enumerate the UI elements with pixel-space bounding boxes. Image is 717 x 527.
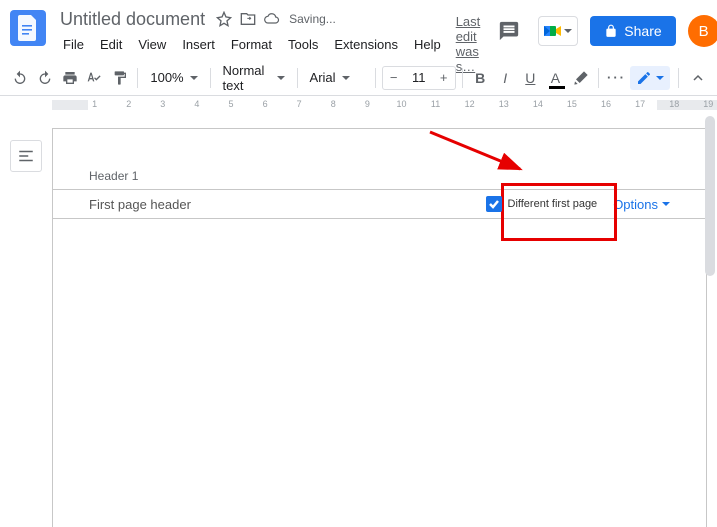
horizontal-ruler[interactable]: 12345678910111213141516171819 [52, 96, 717, 114]
meet-button[interactable] [538, 16, 578, 46]
first-page-header-text[interactable]: First page header [89, 197, 191, 212]
menu-tools[interactable]: Tools [281, 35, 325, 54]
vertical-scrollbar[interactable] [703, 114, 717, 527]
document-title[interactable]: Untitled document [56, 8, 209, 31]
spellcheck-button[interactable] [83, 65, 106, 91]
share-button[interactable]: Share [590, 16, 675, 46]
paint-format-button[interactable] [108, 65, 131, 91]
star-icon[interactable] [215, 10, 233, 28]
header-section-label: Header 1 [89, 169, 670, 183]
bold-button[interactable]: B [469, 65, 492, 91]
account-avatar[interactable]: B [688, 15, 717, 47]
document-outline-button[interactable] [10, 140, 42, 172]
highlight-button[interactable] [569, 65, 592, 91]
different-first-page-label: Different first page [508, 198, 598, 210]
chevron-down-icon [662, 202, 670, 206]
document-page[interactable]: Header 1 First page header Different fir… [52, 128, 707, 527]
different-first-page-checkbox[interactable]: Different first page [486, 196, 598, 212]
cloud-saving-icon [263, 10, 281, 28]
checkbox-checked-icon [486, 196, 502, 212]
font-size-input[interactable]: 11 [405, 70, 433, 85]
chevron-down-icon [564, 29, 572, 33]
menu-extensions[interactable]: Extensions [327, 35, 405, 54]
redo-button[interactable] [33, 65, 56, 91]
menu-view[interactable]: View [131, 35, 173, 54]
toolbar: 100% Normal text Arial − 11 + B I U A ··… [0, 60, 717, 96]
italic-button[interactable]: I [494, 65, 517, 91]
collapse-toolbar-button[interactable] [687, 67, 709, 89]
text-color-button[interactable]: A [544, 65, 567, 91]
print-button[interactable] [58, 65, 81, 91]
more-toolbar-button[interactable]: ··· [605, 65, 628, 91]
font-size-decrease[interactable]: − [383, 67, 405, 89]
menu-edit[interactable]: Edit [93, 35, 129, 54]
comment-history-button[interactable] [492, 14, 526, 48]
paragraph-style-select[interactable]: Normal text [217, 60, 291, 96]
underline-button[interactable]: U [519, 65, 542, 91]
menu-help[interactable]: Help [407, 35, 448, 54]
share-label: Share [624, 23, 661, 39]
undo-button[interactable] [8, 65, 31, 91]
zoom-select[interactable]: 100% [144, 67, 203, 88]
menu-insert[interactable]: Insert [175, 35, 222, 54]
editing-mode-button[interactable] [630, 66, 670, 90]
menu-format[interactable]: Format [224, 35, 279, 54]
docs-logo[interactable] [10, 10, 46, 46]
move-icon[interactable] [239, 10, 257, 28]
header-options-dropdown[interactable]: Options [613, 197, 670, 212]
font-size-increase[interactable]: + [433, 67, 455, 89]
saving-status: Saving... [289, 12, 336, 26]
font-select[interactable]: Arial [304, 67, 369, 88]
menu-file[interactable]: File [56, 35, 91, 54]
